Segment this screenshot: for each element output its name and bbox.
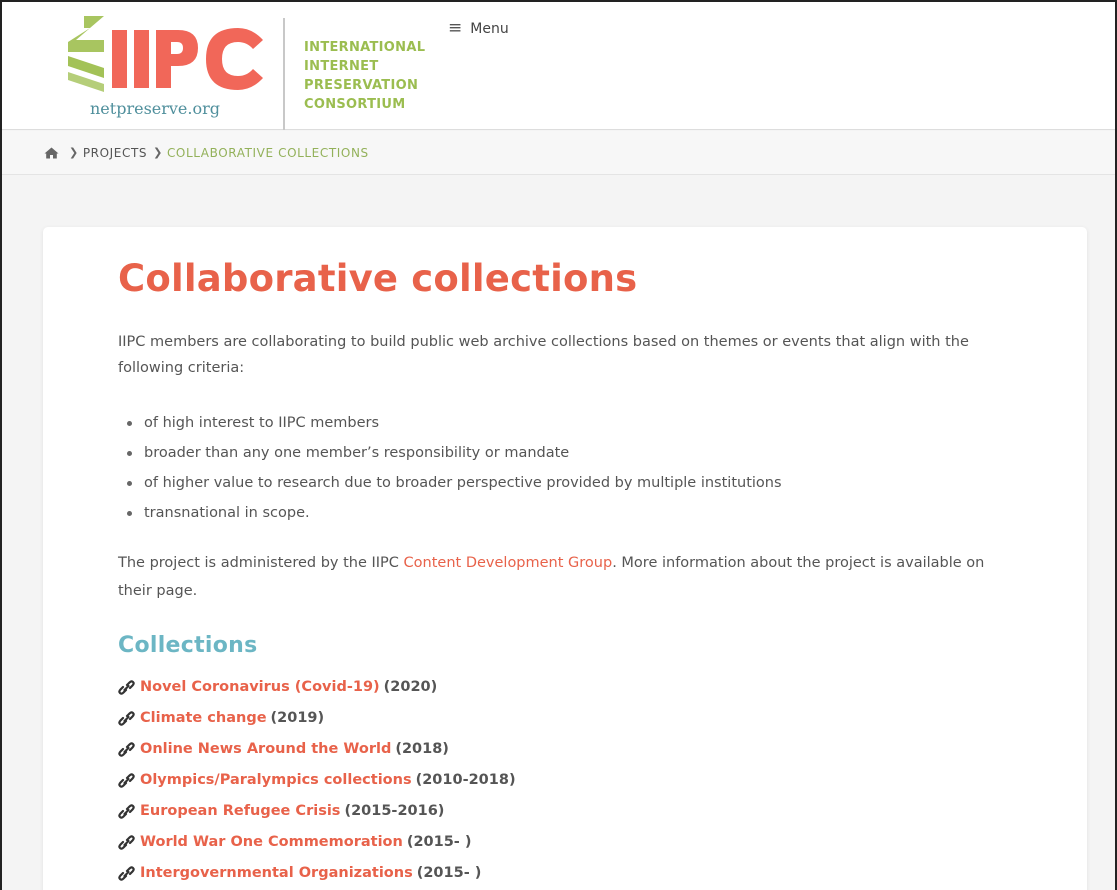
collection-item: Intergovernmental Organizations (2015- ) [118, 858, 516, 889]
logo-divider [283, 18, 285, 130]
link-icon [118, 679, 136, 696]
link-icon [118, 741, 136, 758]
collection-years: (2020) [383, 679, 438, 695]
logo-name-line: INTERNET [304, 59, 379, 74]
collection-link[interactable]: Intergovernmental Organizations [140, 858, 413, 889]
iipc-logo[interactable]: netpreserve.org INTERNATIONAL INTERNET P… [68, 16, 448, 132]
chevron-right-icon: ❯ [69, 146, 79, 159]
breadcrumb: ❯ PROJECTS ❯ COLLABORATIVE COLLECTIONS [2, 131, 1115, 175]
content-card: Collaborative collections IIPC members a… [43, 227, 1087, 890]
home-icon[interactable] [44, 147, 59, 159]
chevron-right-icon: ❯ [153, 146, 163, 159]
collection-link[interactable]: Novel Coronavirus (Covid-19) [140, 672, 380, 703]
intro-paragraph: IIPC members are collaborating to build … [118, 334, 969, 376]
menu-button[interactable]: ≡ Menu [448, 20, 509, 37]
breadcrumb-item-projects[interactable]: PROJECTS [83, 146, 147, 160]
collection-years: (2010-2018) [415, 772, 516, 788]
collection-item: Olympics/Paralympics collections (2010-2… [118, 765, 516, 796]
collection-years: (2015- ) [416, 865, 482, 881]
collection-link[interactable]: Olympics/Paralympics collections [140, 765, 412, 796]
criteria-list: of high interest to IIPC members broader… [118, 408, 782, 528]
collections-list: Novel Coronavirus (Covid-19) (2020) Clim… [118, 672, 516, 889]
collection-years: (2018) [395, 741, 449, 757]
criteria-item: of high interest to IIPC members [118, 408, 782, 438]
criteria-item: transnational in scope. [118, 498, 782, 528]
logo-name-line: PRESERVATION [304, 78, 419, 93]
menu-label: Menu [470, 20, 509, 37]
collection-item: Climate change (2019) [118, 703, 516, 734]
criteria-item: of higher value to research due to broad… [118, 468, 782, 498]
logo-site-text: netpreserve.org [90, 99, 221, 118]
hamburger-icon: ≡ [448, 18, 463, 38]
collection-link[interactable]: Climate change [140, 703, 267, 734]
page-title: Collaborative collections [118, 257, 638, 300]
collection-link[interactable]: World War One Commemoration [140, 827, 403, 858]
logo-name-line: INTERNATIONAL [304, 40, 426, 55]
collections-heading: Collections [118, 633, 258, 658]
logo-name-text: INTERNATIONAL INTERNET PRESERVATION CONS… [304, 38, 425, 114]
collection-item: World War One Commemoration (2015- ) [118, 827, 516, 858]
site-header: netpreserve.org INTERNATIONAL INTERNET P… [2, 2, 1115, 130]
collection-years: (2015- ) [406, 834, 472, 850]
collection-link[interactable]: Online News Around the World [140, 734, 391, 765]
content-development-group-link[interactable]: Content Development Group [404, 555, 613, 571]
admin-text: The project is administered by the IIPC [118, 555, 404, 571]
collection-item: European Refugee Crisis (2015-2016) [118, 796, 516, 827]
link-icon [118, 710, 136, 727]
collection-item: Online News Around the World (2018) [118, 734, 516, 765]
criteria-item: broader than any one member’s responsibi… [118, 438, 782, 468]
link-icon [118, 772, 136, 789]
collection-link[interactable]: European Refugee Crisis [140, 796, 340, 827]
collection-years: (2019) [270, 710, 325, 726]
logo-name-line: CONSORTIUM [304, 97, 406, 112]
collection-years: (2015-2016) [344, 803, 445, 819]
iipc-logo-mark [68, 16, 263, 92]
collection-item: Novel Coronavirus (Covid-19) (2020) [118, 672, 516, 703]
link-icon [118, 834, 136, 851]
link-icon [118, 865, 136, 882]
link-icon [118, 803, 136, 820]
breadcrumb-item-current: COLLABORATIVE COLLECTIONS [166, 145, 369, 160]
admin-paragraph: The project is administered by the IIPC … [118, 549, 1018, 605]
